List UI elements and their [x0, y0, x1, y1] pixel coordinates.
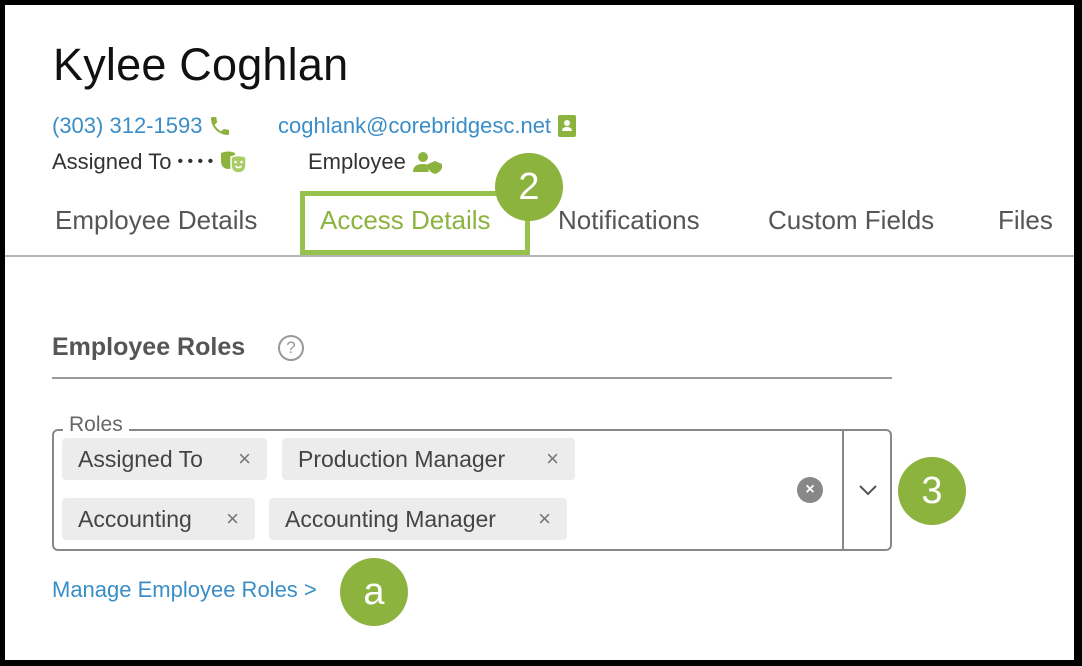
tab-custom-fields[interactable]: Custom Fields: [768, 205, 934, 236]
remove-role-icon[interactable]: ×: [226, 506, 239, 532]
phone-icon: [208, 114, 232, 138]
role-chip: Accounting Manager ×: [269, 498, 567, 540]
role-chip: Accounting ×: [62, 498, 255, 540]
role-chip-label: Assigned To: [78, 445, 203, 472]
remove-role-icon[interactable]: ×: [238, 446, 251, 472]
employee-name: Kylee Coghlan: [53, 39, 349, 90]
tab-employee-details[interactable]: Employee Details: [55, 205, 257, 236]
section-title: Employee Roles: [52, 333, 246, 361]
help-icon[interactable]: ?: [278, 335, 304, 361]
tab-files[interactable]: Files: [998, 205, 1053, 236]
manage-employee-roles-link[interactable]: Manage Employee Roles >: [52, 577, 317, 603]
employee-page: Kylee Coghlan (303) 312-1593 coghlank@co…: [5, 5, 1074, 660]
section-divider: [52, 377, 892, 379]
phone-contact[interactable]: (303) 312-1593: [52, 113, 232, 139]
role-chip-label: Production Manager: [298, 445, 506, 472]
email-address[interactable]: coghlank@corebridgesc.net: [278, 113, 551, 139]
roles-field-label: Roles: [63, 413, 129, 437]
tab-notifications[interactable]: Notifications: [558, 205, 700, 236]
remove-role-icon[interactable]: ×: [538, 506, 551, 532]
employee-type-info: Employee: [308, 149, 444, 175]
remove-role-icon[interactable]: ×: [546, 446, 559, 472]
email-contact[interactable]: coghlank@corebridgesc.net: [278, 113, 577, 139]
assigned-to-dots: • • • •: [177, 153, 214, 170]
callout-badge-roles: 3: [898, 457, 966, 525]
clear-icon[interactable]: ×: [797, 477, 823, 503]
user-shield-icon: [412, 150, 444, 174]
tab-access-details[interactable]: Access Details: [320, 205, 491, 236]
chevron-down-icon[interactable]: [853, 475, 883, 505]
callout-badge-tab: 2: [495, 153, 563, 221]
phone-number[interactable]: (303) 312-1593: [52, 113, 202, 139]
assigned-to-label: Assigned To: [52, 149, 172, 174]
assigned-to-info: Assigned To • • • •: [52, 149, 249, 175]
role-chip: Production Manager ×: [282, 438, 575, 480]
theater-masks-icon: [219, 150, 249, 174]
contact-card-icon: [557, 114, 577, 138]
role-chip-label: Accounting Manager: [285, 505, 496, 532]
callout-badge-link: a: [340, 558, 408, 626]
role-chip: Assigned To ×: [62, 438, 267, 480]
role-chip-label: Accounting: [78, 505, 192, 532]
employee-label: Employee: [308, 149, 406, 174]
dropdown-divider: [842, 429, 844, 551]
